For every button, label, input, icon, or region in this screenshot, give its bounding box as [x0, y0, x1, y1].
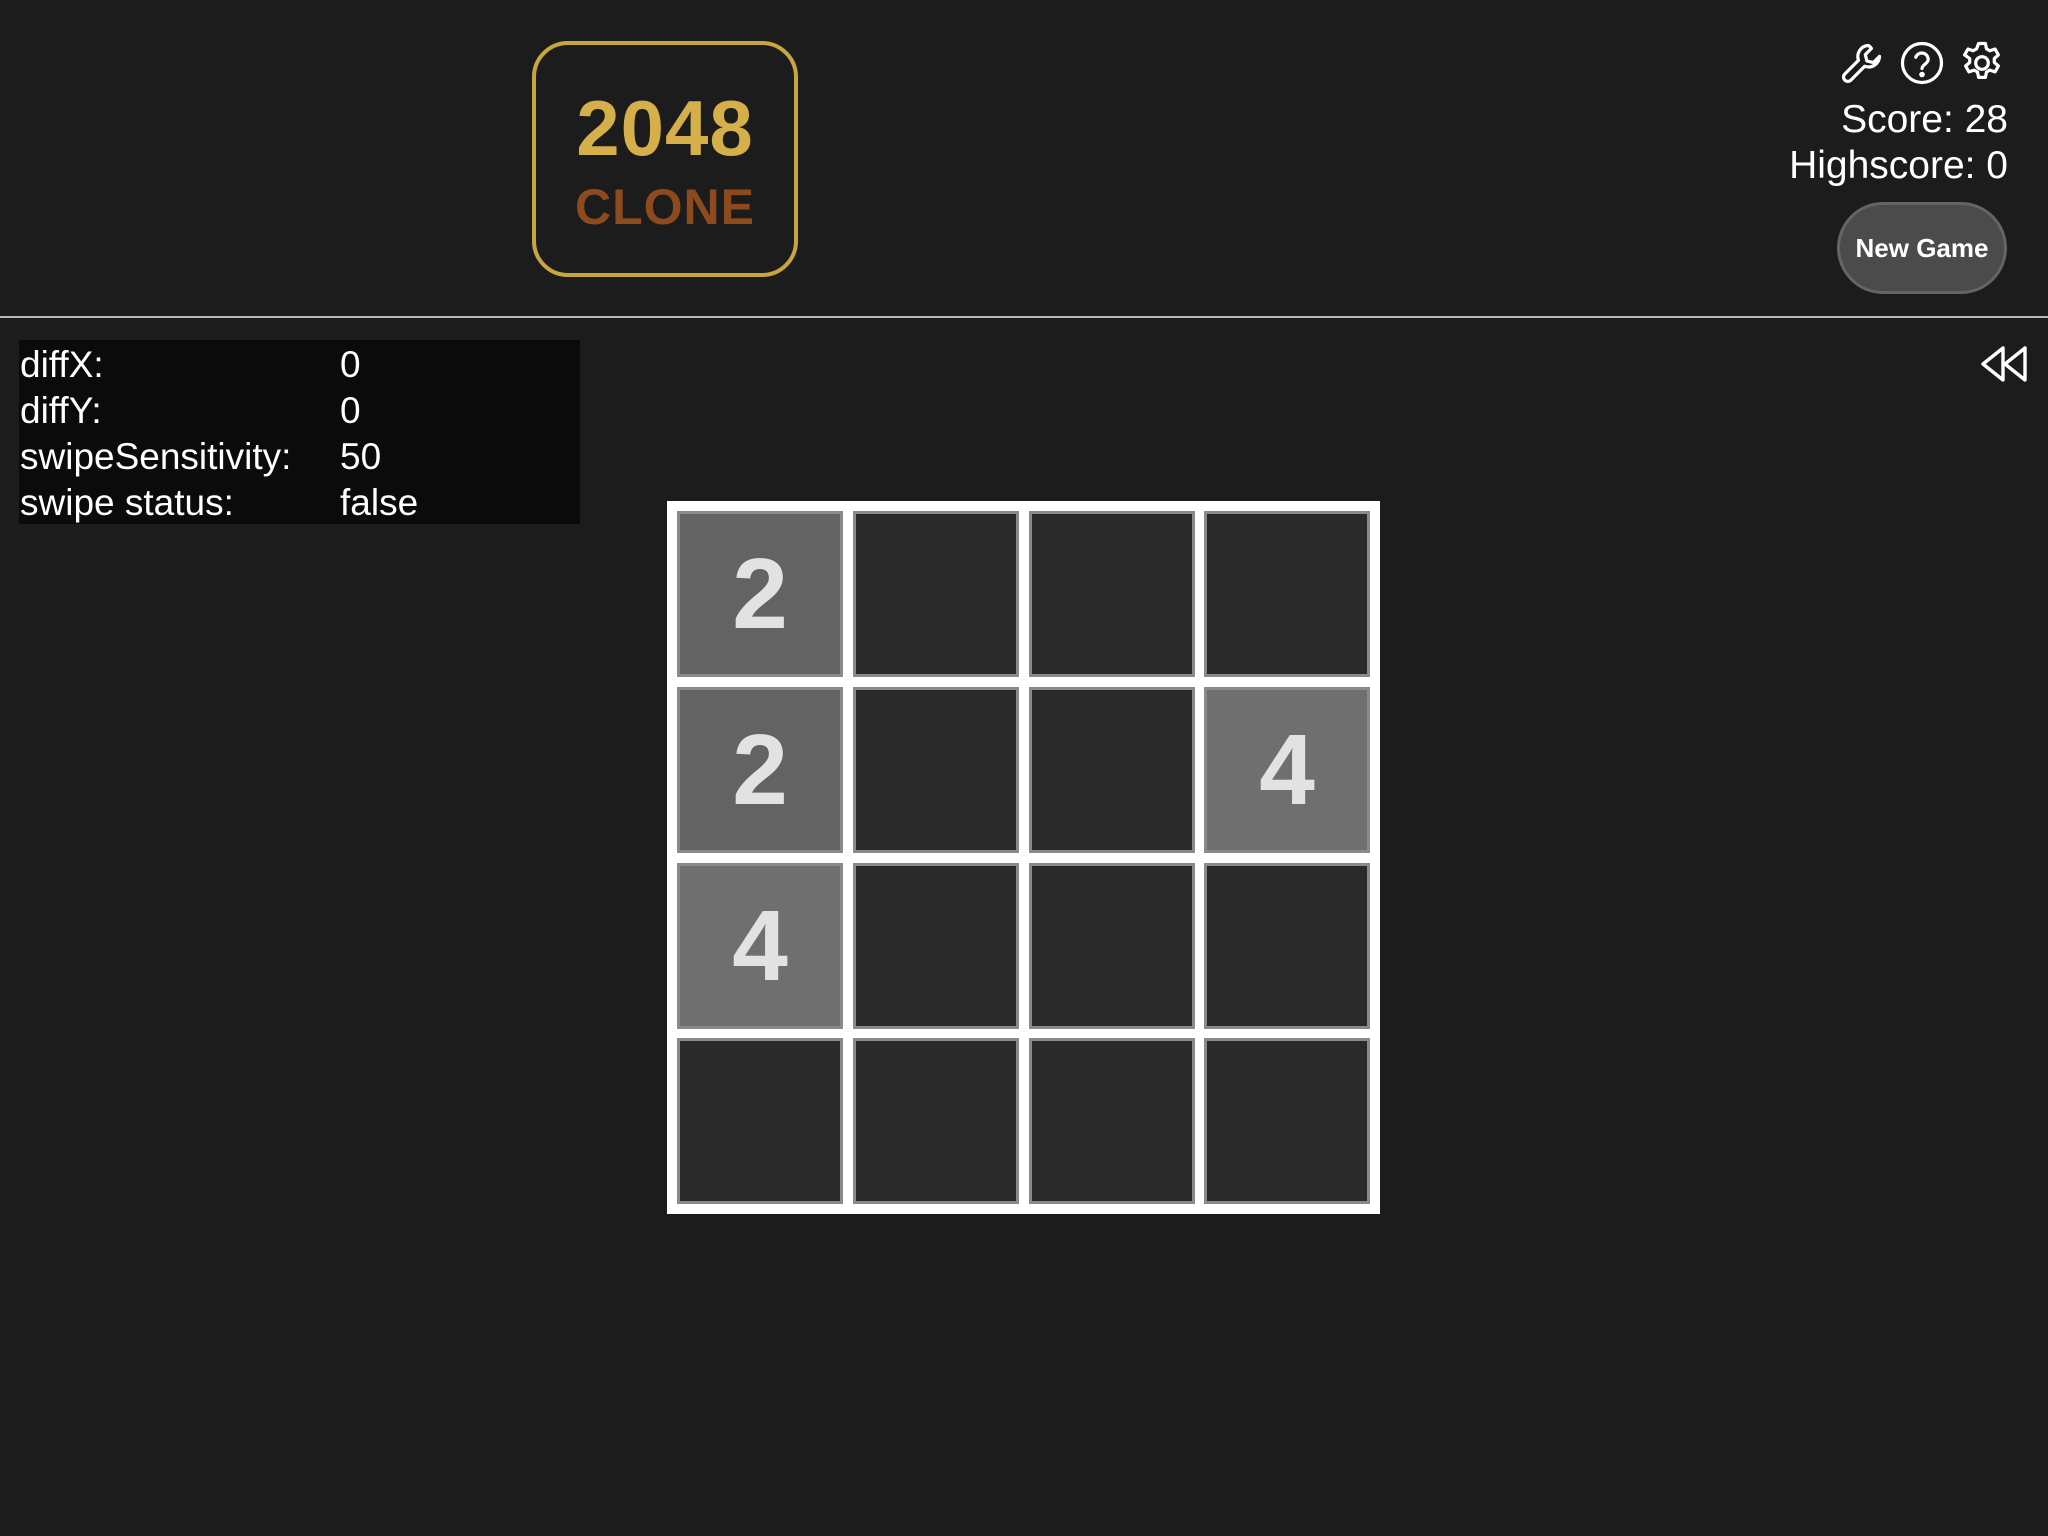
tile-2: 2: [677, 687, 843, 853]
highscore-display: Highscore: 0: [1789, 144, 2008, 187]
tile-4: 4: [1204, 687, 1370, 853]
debug-row-diffy: diffY: 0: [20, 388, 361, 434]
board-cell: [853, 863, 1019, 1029]
board-cell: [1204, 511, 1370, 677]
debug-label: diffY:: [20, 390, 102, 431]
debug-panel: diffX: 0 diffY: 0 swipeSensitivity: 50 s…: [19, 340, 580, 524]
board-cell: [853, 511, 1019, 677]
game-logo: 2048 CLONE: [532, 41, 798, 277]
help-icon[interactable]: [1896, 37, 1948, 89]
game-board[interactable]: 2 2 4 4: [667, 501, 1380, 1214]
board-cell: [1029, 1038, 1195, 1204]
debug-label: diffX:: [20, 344, 104, 385]
debug-value: 0: [340, 390, 361, 431]
debug-label: swipeSensitivity:: [20, 436, 292, 477]
board-cell: [1029, 511, 1195, 677]
new-game-button[interactable]: New Game: [1837, 202, 2007, 294]
logo-subtitle: CLONE: [575, 179, 755, 235]
debug-row-diffx: diffX: 0: [20, 342, 361, 388]
debug-value: 0: [340, 344, 361, 385]
debug-value: false: [340, 482, 419, 523]
board-cell: [1029, 687, 1195, 853]
logo-number: 2048: [576, 84, 754, 172]
score-display: Score: 28: [1841, 98, 2008, 141]
wrench-icon[interactable]: [1836, 37, 1888, 89]
debug-label: swipe status:: [20, 482, 234, 523]
tile-2: 2: [677, 511, 843, 677]
board-cell: [853, 687, 1019, 853]
board-cell: [1204, 863, 1370, 1029]
debug-row-swipe-status: swipe status: false: [20, 480, 418, 526]
debug-row-swipe-sensitivity: swipeSensitivity: 50: [20, 434, 381, 480]
gear-icon[interactable]: [1956, 37, 2008, 89]
rewind-icon[interactable]: [1978, 342, 2030, 386]
debug-value: 50: [340, 436, 382, 477]
board-cell: [1204, 1038, 1370, 1204]
board-cell: [677, 1038, 843, 1204]
board-cell: [1029, 863, 1195, 1029]
board-cell: [853, 1038, 1019, 1204]
header: 2048 CLONE Score: 28 Highscore: 0 New Ga…: [0, 0, 2048, 318]
toolbar-icons: [1836, 37, 2008, 89]
tile-4: 4: [677, 863, 843, 1029]
